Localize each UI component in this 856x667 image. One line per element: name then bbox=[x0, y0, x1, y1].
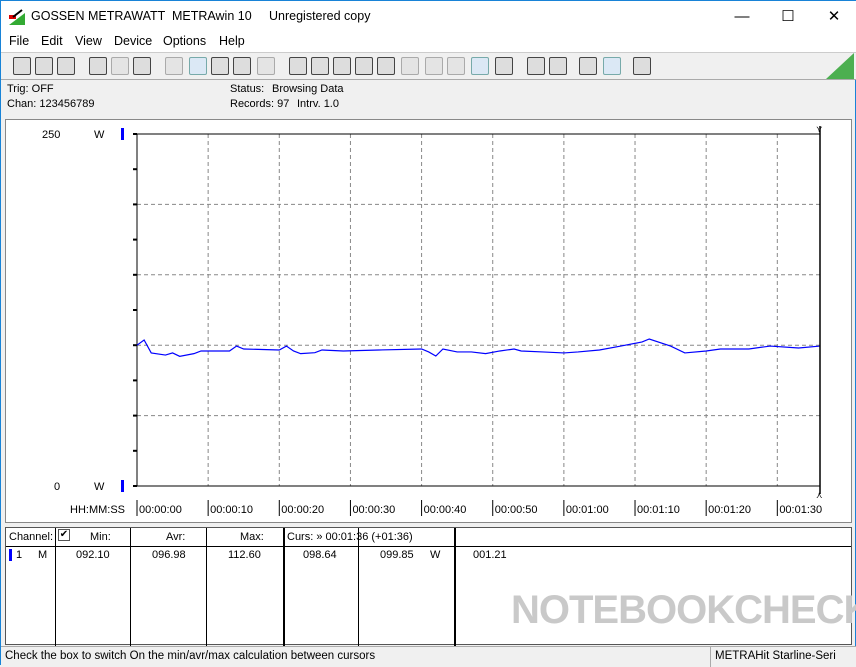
y-min-label: 0 bbox=[54, 481, 60, 493]
cursor-top-handle: ⋎ bbox=[816, 124, 823, 134]
y-max-label: 250 bbox=[42, 129, 60, 141]
save-icon[interactable] bbox=[13, 57, 31, 75]
trigger-status: Trig: OFF bbox=[7, 83, 54, 95]
min-value: 092.10 bbox=[76, 549, 110, 561]
power-chart[interactable]: 00:00:00 00:00:10 00:00:20 00:00:30 00:00:40… bbox=[6, 120, 851, 525]
comment-icon[interactable] bbox=[633, 57, 651, 75]
cursor-delta-value: 001.21 bbox=[473, 549, 507, 561]
menu-device[interactable]: Device bbox=[114, 34, 152, 48]
channels: Chan: 123456789 bbox=[7, 98, 95, 110]
info-panel: Trig: OFF Chan: 123456789 Status: Browsi… bbox=[1, 81, 856, 117]
channel-mode: M bbox=[38, 549, 48, 561]
waveform-icon[interactable] bbox=[189, 57, 207, 75]
cursor2-value: 099.85 bbox=[380, 549, 414, 561]
print-preview-icon[interactable] bbox=[549, 57, 567, 75]
status-triangle-icon bbox=[826, 53, 854, 79]
trigger-icon[interactable] bbox=[471, 57, 489, 75]
cursor-bottom-handle: ⋏ bbox=[816, 490, 823, 500]
data-log-icon[interactable] bbox=[333, 57, 351, 75]
open-folder-icon[interactable] bbox=[57, 57, 75, 75]
minimize-button[interactable]: — bbox=[719, 1, 765, 32]
x-tick-label: 00:00:20 bbox=[281, 504, 324, 516]
x-tick-label: 00:00:00 bbox=[139, 504, 182, 516]
y-unit-bottom: W bbox=[94, 481, 105, 493]
unit: W bbox=[430, 549, 441, 561]
device-read-icon[interactable] bbox=[89, 57, 107, 75]
wave-icon[interactable] bbox=[447, 57, 465, 75]
save-as-icon[interactable] bbox=[35, 57, 53, 75]
title-bar: GOSSEN METRAWATT METRAwin 10 Unregistere… bbox=[1, 1, 856, 33]
device-read-disabled-icon[interactable] bbox=[111, 57, 129, 75]
menu-view[interactable]: View bbox=[75, 34, 102, 48]
avr-value: 096.98 bbox=[152, 549, 186, 561]
x-tick-label: 00:00:30 bbox=[352, 504, 395, 516]
device-memory-icon[interactable] bbox=[133, 57, 151, 75]
signal-icon[interactable] bbox=[425, 57, 443, 75]
function-icon[interactable] bbox=[377, 57, 395, 75]
cursor1-value: 098.64 bbox=[303, 549, 337, 561]
avr-header: Avr: bbox=[166, 531, 186, 543]
status-value: Browsing Data bbox=[272, 83, 344, 95]
max-value: 112.60 bbox=[228, 549, 261, 561]
close-button[interactable]: ✕ bbox=[811, 1, 856, 32]
min-header: Min: bbox=[90, 531, 111, 543]
calc-checkbox[interactable]: ✔ bbox=[58, 529, 70, 541]
x-tick-label: 00:00:10 bbox=[210, 504, 253, 516]
records-count: Records: 97 bbox=[230, 98, 290, 110]
app-logo-icon bbox=[9, 9, 25, 25]
y-top-marker bbox=[121, 128, 124, 140]
histogram-icon[interactable] bbox=[257, 57, 275, 75]
status-hint: Check the box to switch On the min/avr/m… bbox=[5, 650, 376, 662]
x-tick-label: 00:01:10 bbox=[637, 504, 680, 516]
max-header: Max: bbox=[240, 531, 264, 543]
y-unit-top: W bbox=[94, 129, 105, 141]
device-icon[interactable] bbox=[401, 57, 419, 75]
transfer-icon[interactable] bbox=[289, 57, 307, 75]
license-text: Unregistered copy bbox=[269, 9, 371, 23]
x-tick-label: 00:00:40 bbox=[424, 504, 467, 516]
y-bottom-marker bbox=[121, 480, 124, 492]
channel-number: 1 bbox=[16, 549, 23, 561]
maximize-button[interactable]: ☐ bbox=[765, 1, 811, 32]
crosshair-icon[interactable] bbox=[211, 57, 229, 75]
watermark-logo: NOTEBOOKCHECK bbox=[511, 588, 856, 632]
x-tick-label: 00:01:20 bbox=[708, 504, 751, 516]
toolbar bbox=[1, 52, 856, 80]
x-axis-label: HH:MM:SS bbox=[70, 504, 125, 516]
menu-bar: File Edit View Device Options Help bbox=[1, 33, 856, 52]
menu-help[interactable]: Help bbox=[219, 34, 245, 48]
interval: Intrv. 1.0 bbox=[297, 98, 339, 110]
digital-display-icon[interactable] bbox=[165, 57, 183, 75]
chart-panel: 00:00:00 00:00:10 00:00:20 00:00:30 00:00:40… bbox=[5, 119, 852, 525]
zoom-active-icon[interactable] bbox=[603, 57, 621, 75]
x-tick-label: 00:00:50 bbox=[495, 504, 538, 516]
menu-edit[interactable]: Edit bbox=[41, 34, 63, 48]
app-name: METRAwin 10 bbox=[172, 9, 252, 23]
x-tick-label: 00:01:00 bbox=[566, 504, 609, 516]
table-icon[interactable] bbox=[233, 57, 251, 75]
power-series-line bbox=[136, 338, 821, 357]
channel-header: Channel: bbox=[9, 531, 54, 543]
zoom-wave-icon[interactable] bbox=[579, 57, 597, 75]
import-icon[interactable] bbox=[311, 57, 329, 75]
x-tick-label: 00:01:30 bbox=[779, 504, 822, 516]
device-name: METRAHit Starline-Seri bbox=[715, 650, 836, 662]
channel-color-marker bbox=[9, 549, 12, 561]
menu-options[interactable]: Options bbox=[163, 34, 206, 48]
status-label: Status: bbox=[230, 83, 265, 95]
measurement-table: Channel: ✔ Min: Avr: Max: Curs: » 00:01:… bbox=[5, 527, 856, 646]
cursor-icon[interactable] bbox=[495, 57, 513, 75]
status-bar: Check the box to switch On the min/avr/m… bbox=[1, 646, 856, 667]
cursor-header: Curs: » 00:01:36 (+01:36) bbox=[287, 531, 413, 543]
print-icon[interactable] bbox=[527, 57, 545, 75]
menu-file[interactable]: File bbox=[9, 34, 29, 48]
brand-name: GOSSEN METRAWATT bbox=[31, 9, 166, 23]
monitor-icon[interactable] bbox=[355, 57, 373, 75]
